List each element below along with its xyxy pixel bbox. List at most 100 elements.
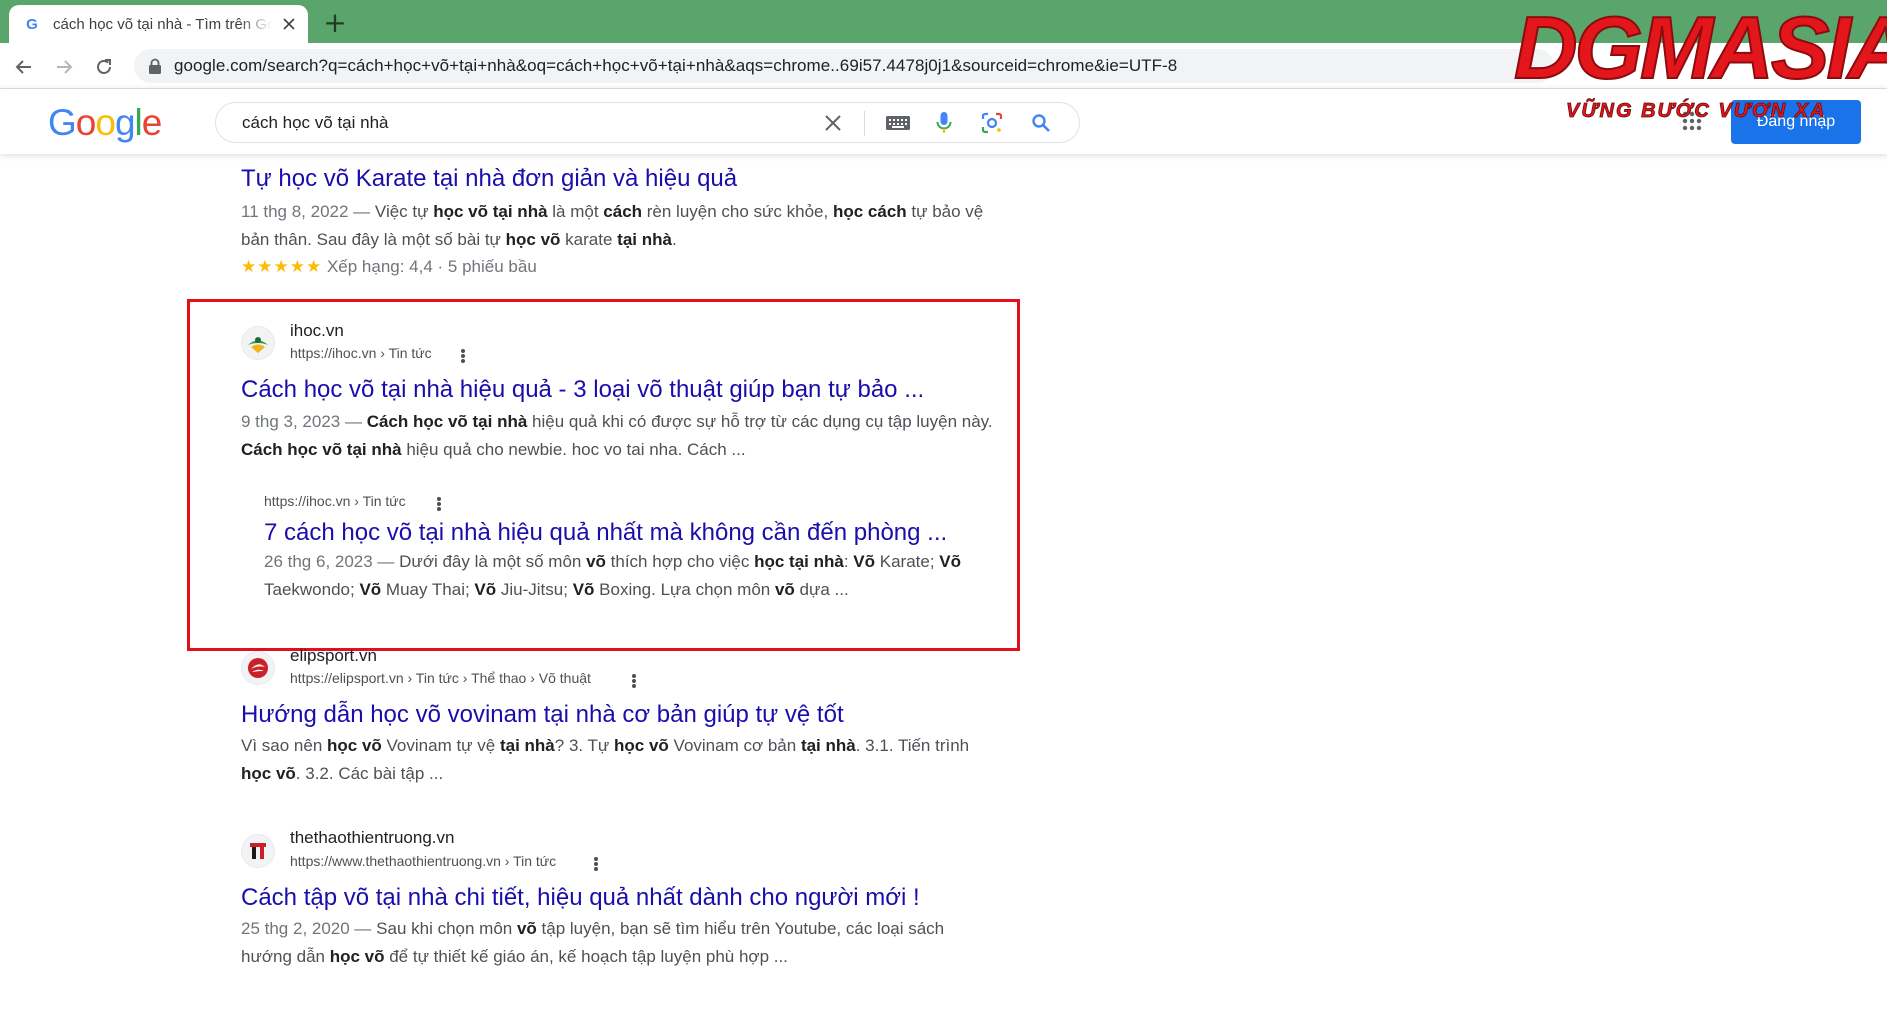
elipsport-site-icon — [241, 651, 275, 685]
address-bar[interactable]: google.com/search?q=cách+học+võ+tại+nhà&… — [134, 49, 1554, 83]
snippet-highlight: học cách — [832, 202, 907, 221]
logo-letter: l — [134, 102, 143, 143]
result-date: 26 thg 6, 2023 — — [264, 552, 400, 571]
more-options-icon[interactable] — [434, 494, 444, 514]
logo-letter: e — [141, 102, 163, 143]
browser-toolbar: google.com/search?q=cách+học+võ+tại+nhà&… — [0, 43, 1887, 89]
snippet-text: Sau khi chọn môn — [376, 919, 517, 938]
google-header: Google cách học võ tại nhà Đăng nhập — [0, 89, 1887, 154]
result-title-link[interactable]: Cách học võ tại nhà hiệu quả - 3 loại võ… — [241, 375, 924, 405]
snippet-highlight: cách — [603, 202, 643, 221]
thethaothientruong-site-icon — [241, 834, 275, 868]
snippet-text: Việc tự — [374, 202, 434, 221]
snippet-highlight: học tại nhà — [754, 552, 844, 571]
clear-search-icon[interactable] — [821, 111, 845, 135]
forward-arrow-icon[interactable] — [49, 52, 79, 82]
logo-letter: g — [114, 102, 136, 143]
more-options-icon[interactable] — [629, 671, 639, 691]
keyboard-icon[interactable] — [884, 111, 912, 135]
snippet-highlight: Võ — [939, 552, 962, 571]
site-name[interactable]: ihoc.vn — [290, 321, 344, 341]
snippet-highlight: võ — [586, 552, 606, 571]
sign-in-button[interactable]: Đăng nhập — [1731, 100, 1861, 144]
snippet-text: Vovinam cơ bản — [668, 736, 801, 755]
sub-result-url[interactable]: https://ihoc.vn › Tin tức — [264, 493, 406, 509]
back-arrow-icon[interactable] — [9, 52, 39, 82]
snippet-text: thích hợp cho việc — [605, 552, 755, 571]
snippet-highlight: học võ — [241, 764, 296, 783]
site-name[interactable]: thethaothientruong.vn — [290, 828, 454, 848]
snippet-highlight: Cách học võ tại nhà — [366, 412, 528, 431]
result-title-link[interactable]: Cách tập võ tại nhà chi tiết, hiệu quả n… — [241, 883, 920, 913]
lens-search-icon[interactable] — [980, 111, 1004, 135]
snippet-highlight: học võ tại nhà — [433, 202, 548, 221]
snippet-highlight: tại nhà — [617, 230, 672, 249]
sub-result-title-link[interactable]: 7 cách học võ tại nhà hiệu quả nhất mà k… — [264, 518, 947, 548]
snippet-text: dựa ... — [794, 580, 849, 599]
snippet-highlight: Võ — [853, 552, 876, 571]
lock-icon[interactable] — [148, 58, 162, 74]
browser-tab[interactable]: G cách học võ tại nhà - Tìm trên Google — [9, 5, 308, 43]
snippet-text: : — [843, 552, 854, 571]
result-title-link[interactable]: Hướng dẫn học võ vovinam tại nhà cơ bản … — [241, 700, 844, 730]
tab-title: cách học võ tại nhà - Tìm trên Google — [53, 15, 272, 33]
search-divider — [864, 111, 865, 136]
snippet-text: để tự thiết kế giáo án, kế hoạch tập luy… — [384, 947, 788, 966]
snippet-text: là một — [547, 202, 604, 221]
snippet-highlight: học võ — [327, 736, 382, 755]
snippet-highlight: Võ — [474, 580, 497, 599]
result-title-link[interactable]: Tự học võ Karate tại nhà đơn giản và hiệ… — [241, 164, 737, 194]
search-input[interactable]: cách học võ tại nhà — [242, 103, 388, 142]
google-apps-icon[interactable] — [1680, 109, 1704, 133]
snippet-text: karate — [560, 230, 618, 249]
snippet-highlight: tại nhà — [800, 736, 856, 755]
rating-text: Xếp hạng: 4,4 · 5 phiếu bầu — [326, 257, 537, 276]
snippet-highlight: Võ — [572, 580, 595, 599]
result-snippet: 25 thg 2, 2020 — Sau khi chọn môn võ tập… — [241, 915, 996, 971]
snippet-highlight: học võ — [329, 947, 385, 966]
snippet-text: hiệu quả khi có được sự hỗ trợ từ các dụ… — [527, 412, 993, 431]
site-name[interactable]: elipsport.vn — [290, 646, 377, 666]
url-text: google.com/search?q=cách+học+võ+tại+nhà&… — [174, 56, 1178, 75]
snippet-highlight: Cách học võ tại nhà — [241, 440, 402, 459]
result-date: 25 thg 2, 2020 — — [241, 919, 377, 938]
more-options-icon[interactable] — [458, 346, 468, 366]
snippet-text: ? 3. Tự — [554, 736, 615, 755]
snippet-text: Muay Thai; — [381, 580, 475, 599]
snippet-highlight: tại nhà — [499, 736, 555, 755]
site-url[interactable]: https://www.thethaothientruong.vn › Tin … — [290, 853, 556, 869]
snippet-text: Vovinam tự vệ — [381, 736, 500, 755]
reload-icon[interactable] — [89, 52, 119, 82]
result-snippet: 11 thg 8, 2022 — Việc tự học võ tại nhà … — [241, 198, 996, 254]
snippet-text: Jiu-Jitsu; — [496, 580, 573, 599]
snippet-highlight: võ — [516, 919, 537, 938]
snippet-text: hiệu quả cho newbie. hoc vo tai nha. Các… — [401, 440, 746, 459]
close-tab-icon[interactable] — [280, 15, 298, 33]
result-date: 11 thg 8, 2022 — — [241, 202, 375, 221]
google-favicon-icon: G — [26, 15, 38, 33]
new-tab-button[interactable]: + — [320, 9, 350, 39]
logo-letter: o — [75, 102, 97, 143]
search-box[interactable]: cách học võ tại nhà — [215, 102, 1080, 143]
snippet-text: . 3.1. Tiến trình — [855, 736, 970, 755]
snippet-text: Dưới đây là một số môn — [399, 552, 587, 571]
result-snippet: Vì sao nên học võ Vovinam tự vệ tại nhà?… — [241, 732, 996, 788]
snippet-text: Vì sao nên — [241, 736, 328, 755]
result-snippet: 9 thg 3, 2023 — Cách học võ tại nhà hiệu… — [241, 408, 996, 464]
snippet-text: rèn luyện cho sức khỏe, — [642, 202, 833, 221]
google-logo[interactable]: Google — [48, 102, 163, 143]
site-url[interactable]: https://elipsport.vn › Tin tức › Thể tha… — [290, 670, 591, 686]
snippet-highlight: học võ — [614, 736, 669, 755]
snippet-text: Taekwondo; — [264, 580, 360, 599]
voice-search-icon[interactable] — [932, 111, 956, 135]
more-options-icon[interactable] — [591, 854, 601, 874]
logo-letter: G — [48, 102, 77, 143]
result-date: 9 thg 3, 2023 — — [241, 412, 367, 431]
logo-letter: o — [95, 102, 116, 143]
site-url[interactable]: https://ihoc.vn › Tin tức — [290, 345, 432, 361]
rating-stars-icon: ★★★★★ — [241, 257, 323, 276]
snippet-highlight: võ — [774, 580, 795, 599]
snippet-text: Karate; — [875, 552, 940, 571]
snippet-text: Boxing. Lựa chọn môn — [594, 580, 775, 599]
search-icon[interactable] — [1029, 111, 1053, 135]
